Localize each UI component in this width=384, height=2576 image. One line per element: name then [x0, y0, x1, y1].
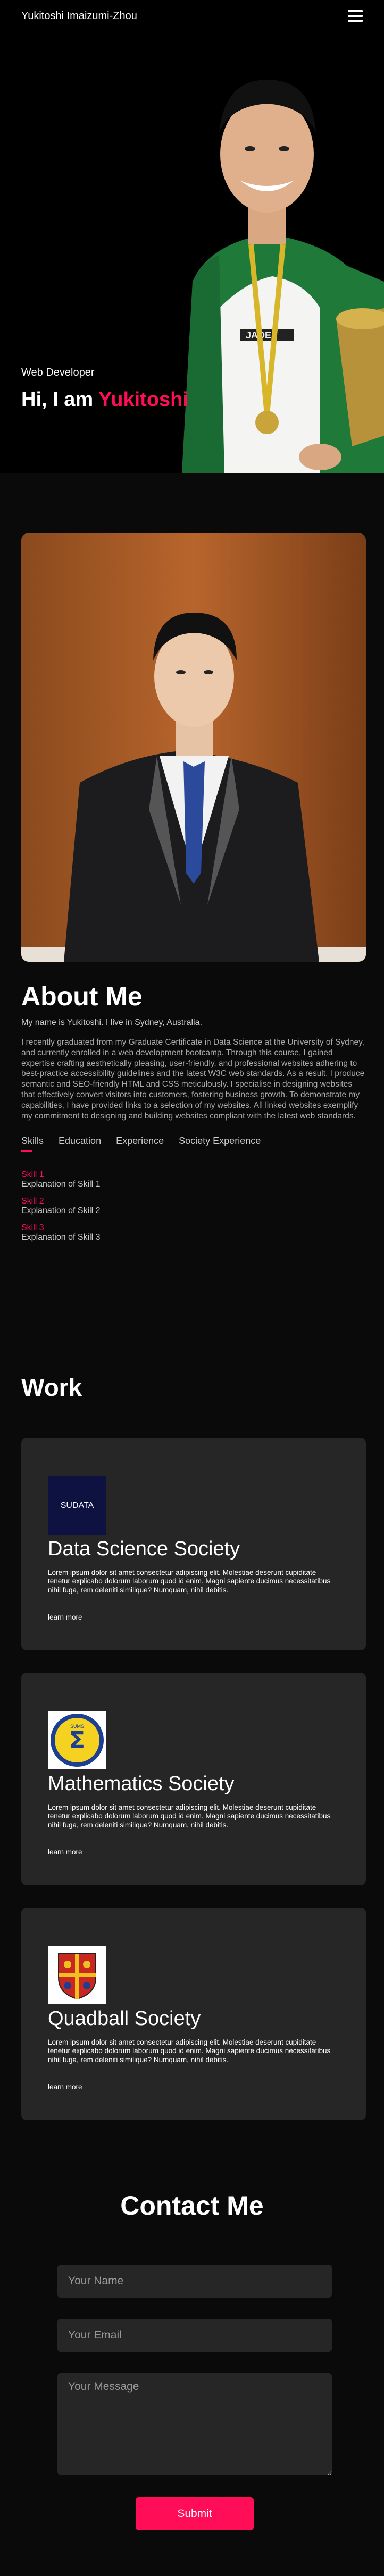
skill-desc: Explanation of Skill 3 — [21, 1232, 101, 1242]
tab-education[interactable]: Education — [59, 1136, 101, 1152]
about-intro: My name is Yukitoshi. I live in Sydney, … — [21, 1018, 203, 1027]
card-text: Lorem ipsum dolor sit amet consectetur a… — [48, 1803, 331, 1829]
sums-logo-text: SUMS — [70, 1724, 84, 1729]
card-text: Lorem ipsum dolor sit amet consectetur a… — [48, 2038, 331, 2064]
sudata-logo-text: SUDATA — [61, 1501, 94, 1510]
card-title: Quadball Society — [48, 2007, 201, 2030]
navbar: Yukitoshi Imaizumi-Zhou — [0, 0, 384, 32]
work-card: Quadball Society Lorem ipsum dolor sit a… — [21, 1908, 366, 2120]
skill-name: Skill 3 — [21, 1223, 44, 1232]
learn-more-link[interactable]: learn more — [48, 2083, 82, 2091]
skill-name: Skill 1 — [21, 1170, 44, 1179]
hero-title-name: Yukitoshi — [98, 388, 188, 411]
about-portrait — [21, 533, 366, 962]
hamburger-line — [348, 20, 363, 22]
email-input[interactable] — [57, 2319, 332, 2352]
work-heading: Work — [21, 1374, 82, 1401]
card-title: Data Science Society — [48, 1538, 240, 1560]
submit-button[interactable]: Submit — [136, 2497, 254, 2530]
learn-more-link[interactable]: learn more — [48, 1848, 82, 1856]
hero-title-prefix: Hi, I am — [21, 388, 99, 411]
tab-skills[interactable]: Skills — [21, 1136, 44, 1152]
about-bio: I recently graduated from my Graduate Ce… — [21, 1038, 365, 1121]
sums-logo: Σ SUMS — [48, 1711, 106, 1769]
tab-society-experience[interactable]: Society Experience — [179, 1136, 261, 1152]
brand-name[interactable]: Yukitoshi Imaizumi-Zhou — [21, 10, 137, 22]
list-item: Skill 3 Explanation of Skill 3 — [21, 1223, 366, 1242]
list-item: Skill 2 Explanation of Skill 2 — [21, 1197, 366, 1216]
learn-more-link[interactable]: learn more — [48, 1613, 82, 1621]
contact-heading: Contact Me — [120, 2191, 264, 2221]
quadball-crest-logo — [48, 1946, 106, 2004]
card-title: Mathematics Society — [48, 1773, 235, 1795]
skill-name: Skill 2 — [21, 1196, 44, 1206]
about-section: About Me My name is Yukitoshi. I live in… — [21, 981, 366, 1250]
hero-photo: JADE — [161, 32, 384, 473]
hamburger-icon[interactable] — [348, 10, 363, 22]
about-heading: About Me — [21, 981, 143, 1011]
hamburger-line — [348, 10, 363, 12]
skill-desc: Explanation of Skill 2 — [21, 1206, 101, 1215]
tab-experience[interactable]: Experience — [116, 1136, 164, 1152]
message-textarea[interactable] — [57, 2373, 332, 2475]
skills-list: Skill 1 Explanation of Skill 1 Skill 2 E… — [21, 1170, 366, 1242]
hamburger-line — [348, 15, 363, 17]
list-item: Skill 1 Explanation of Skill 1 — [21, 1170, 366, 1189]
card-text: Lorem ipsum dolor sit amet consectetur a… — [48, 1569, 331, 1594]
skill-desc: Explanation of Skill 1 — [21, 1179, 101, 1189]
hero-section: JADE Web Developer Hi, I am Yukitoshi — [0, 0, 384, 473]
work-card: Σ SUMS Mathematics Society Lorem ipsum d… — [21, 1673, 366, 1885]
hero-title: Hi, I am Yukitoshi — [21, 388, 188, 411]
work-card: SUDATA Data Science Society Lorem ipsum … — [21, 1438, 366, 1650]
about-tabs: Skills Education Experience Society Expe… — [21, 1136, 366, 1152]
hero-subtitle: Web Developer — [21, 367, 95, 378]
svg-text:Σ: Σ — [69, 1727, 85, 1754]
name-input[interactable] — [57, 2265, 332, 2298]
hero-text: Web Developer Hi, I am Yukitoshi — [21, 367, 188, 411]
sudata-logo: SUDATA — [48, 1476, 106, 1535]
